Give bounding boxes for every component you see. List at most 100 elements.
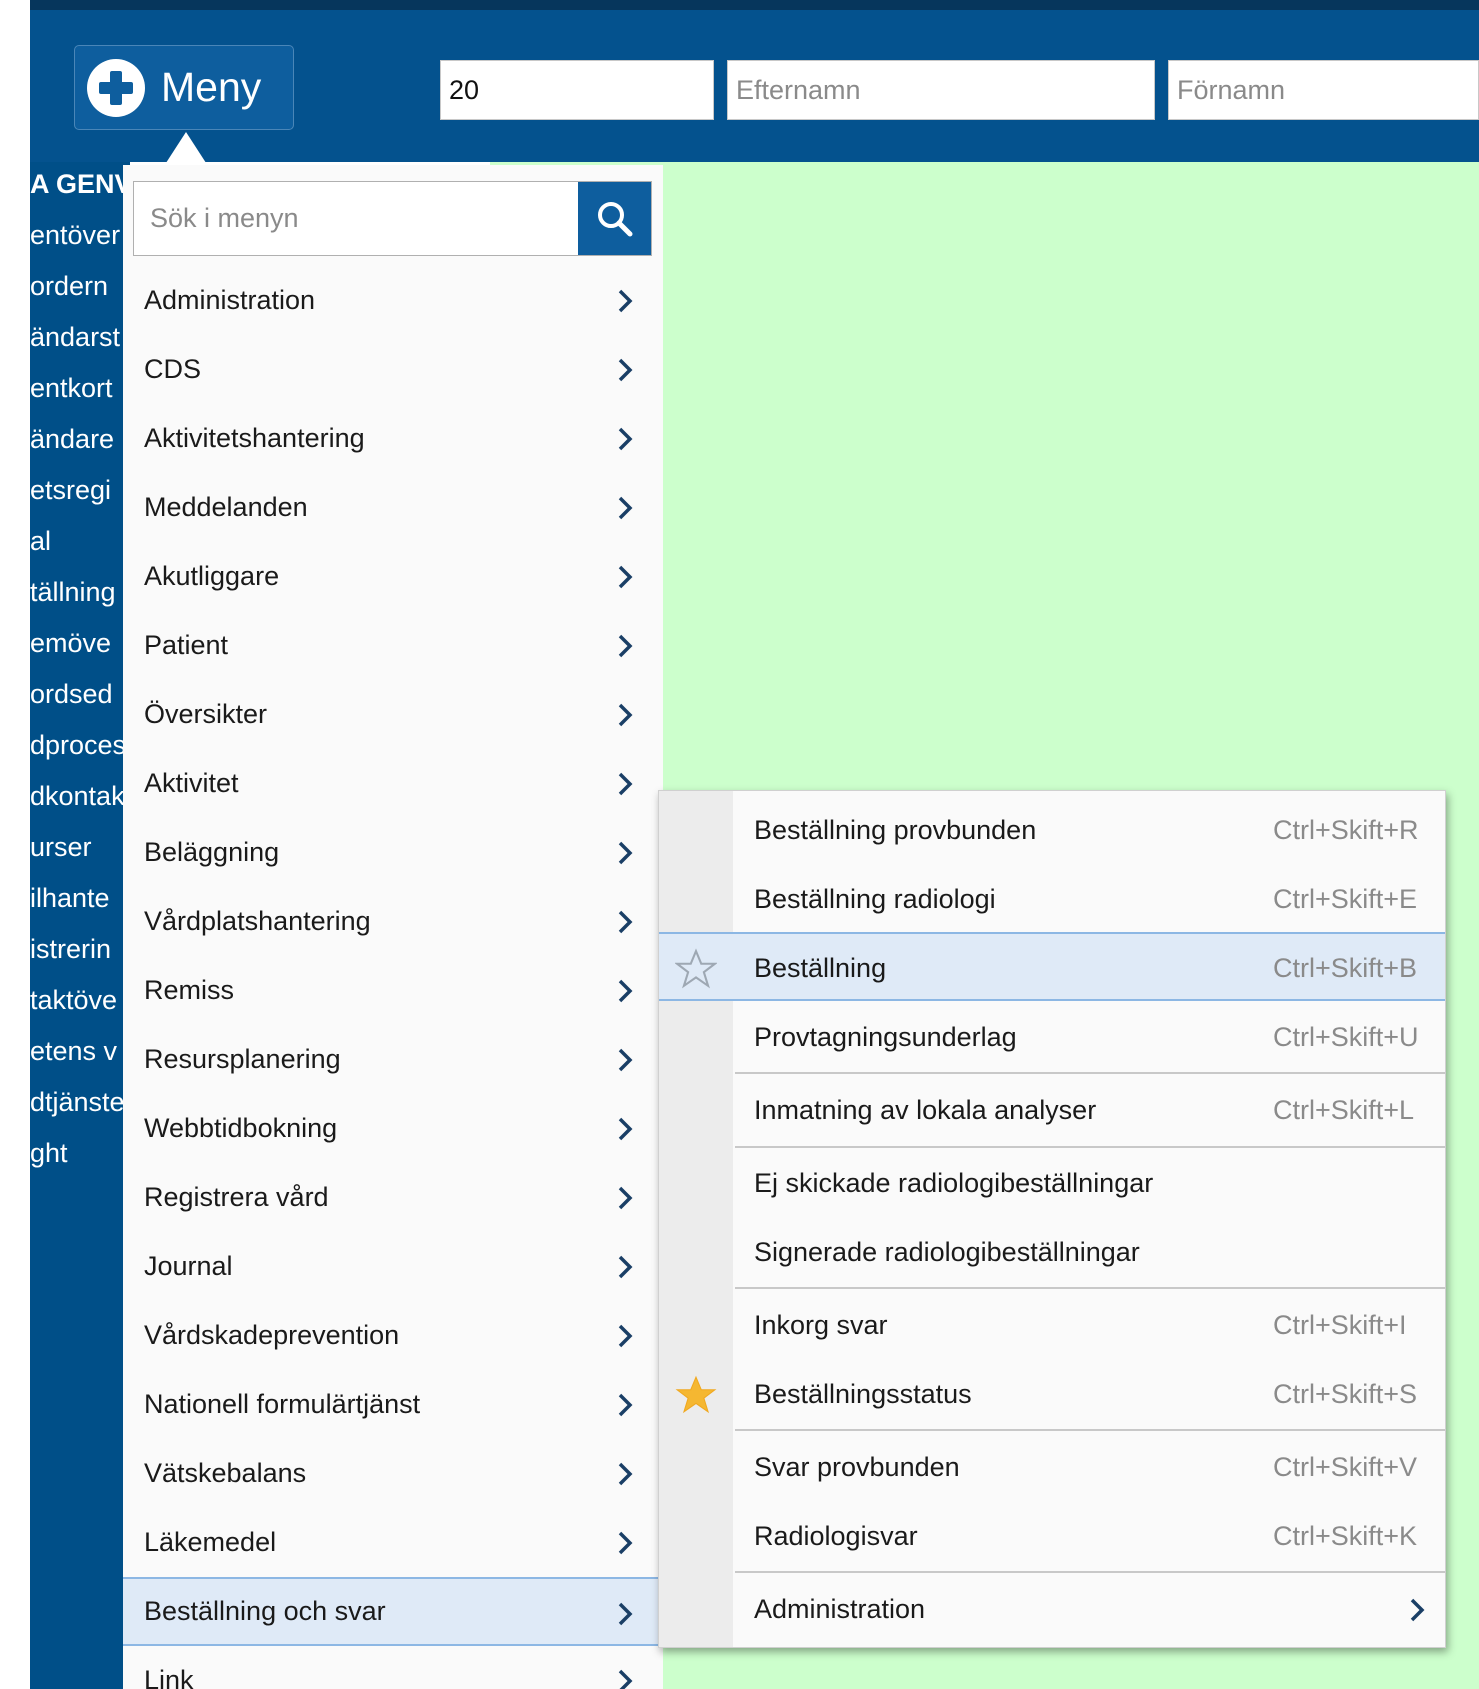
menu-item-label: Patient [144,630,229,660]
submenu-item-shortcut: Ctrl+Skift+R [1273,815,1419,845]
fornamn-input[interactable] [1168,60,1479,120]
menu-item-oversikter[interactable]: Översikter [123,680,663,749]
submenu-separator [735,1571,1445,1573]
left-nav-item[interactable]: entöver [30,215,120,255]
menu-item-journal[interactable]: Journal [123,1232,663,1301]
menu-search-input[interactable] [134,182,578,255]
menu-item-meddelanden[interactable]: Meddelanden [123,473,663,542]
menu-item-label: Registrera vård [144,1182,329,1212]
menu-item-label: Vätskebalans [144,1458,307,1488]
submenu-item-label: Ej skickade radiologibeställningar [754,1168,1154,1198]
chevron-right-icon [618,427,633,451]
left-nav-item[interactable]: ändare [30,419,114,459]
left-nav-item[interactable]: dtjänste [30,1082,125,1122]
menu-item-vardskadeprevention[interactable]: Vårdskadeprevention [123,1301,663,1370]
chevron-right-icon [618,496,633,520]
left-nav-item[interactable]: emöve [30,623,111,663]
submenu-item-administration[interactable]: Administration [659,1575,1445,1644]
submenu-item-label: Beställning provbunden [754,815,1037,845]
menu-item-label: CDS [144,354,202,384]
chevron-right-icon [618,358,633,382]
submenu-item-shortcut: Ctrl+Skift+L [1273,1095,1415,1125]
chevron-right-icon [618,772,633,796]
star-filled-icon[interactable] [675,1374,717,1416]
submenu-item-shortcut: Ctrl+Skift+I [1273,1310,1407,1340]
submenu-item-inkorg-svar[interactable]: Inkorg svar Ctrl+Skift+I [659,1291,1445,1360]
menu-item-bestallning-och-svar[interactable]: Beställning och svar [123,1577,663,1646]
submenu-item-bestallningsstatus[interactable]: Beställningsstatus Ctrl+Skift+S [659,1360,1445,1429]
menu-pointer-arrow [164,132,208,166]
menu-button[interactable]: Meny [74,45,294,130]
menu-item-vatskebalans[interactable]: Vätskebalans [123,1439,663,1508]
chevron-right-icon [618,1048,633,1072]
left-nav-item[interactable]: al [30,521,51,561]
left-nav-item[interactable]: ilhante [30,878,110,918]
submenu-item-bestallning[interactable]: Beställning Ctrl+Skift+B [659,932,1445,1001]
submenu-item-label: Signerade radiologibeställningar [754,1237,1140,1267]
left-nav-item[interactable]: urser [30,827,92,867]
menu-item-aktivitetshantering[interactable]: Aktivitetshantering [123,404,663,473]
left-nav-item[interactable]: etens v [30,1031,117,1071]
menu-item-patient[interactable]: Patient [123,611,663,680]
submenu-item-shortcut: Ctrl+Skift+K [1273,1521,1418,1551]
menu-item-label: Resursplanering [144,1044,341,1074]
menu-item-label: Remiss [144,975,235,1005]
menu-item-lakemedel[interactable]: Läkemedel [123,1508,663,1577]
menu-item-webbtidbokning[interactable]: Webbtidbokning [123,1094,663,1163]
menu-item-aktivitet[interactable]: Aktivitet [123,749,663,818]
chevron-right-icon [618,1602,633,1626]
menu-item-belaggning[interactable]: Beläggning [123,818,663,887]
chevron-right-icon [618,1117,633,1141]
menu-item-label: Läkemedel [144,1527,277,1557]
submenu-item-shortcut: Ctrl+Skift+S [1273,1379,1418,1409]
submenu-item-label: Radiologisvar [754,1521,918,1551]
left-nav-item[interactable]: ght [30,1133,68,1173]
submenu-item-label: Beställning radiologi [754,884,996,914]
left-nav-item[interactable]: etsregi [30,470,111,510]
left-nav-item[interactable]: dkontak [30,776,125,816]
menu-item-remiss[interactable]: Remiss [123,956,663,1025]
submenu-item-svar-provbunden[interactable]: Svar provbunden Ctrl+Skift+V [659,1433,1445,1502]
submenu-item-radiologisvar[interactable]: Radiologisvar Ctrl+Skift+K [659,1502,1445,1571]
left-nav-item[interactable]: entkort [30,368,113,408]
submenu-item-inmatning-lokala-analyser[interactable]: Inmatning av lokala analyser Ctrl+Skift+… [659,1076,1445,1145]
submenu-item-provtagningsunderlag[interactable]: Provtagningsunderlag Ctrl+Skift+U [659,1003,1445,1072]
left-nav-item[interactable]: tällning [30,572,116,612]
menu-button-label: Meny [161,64,262,110]
menu-item-link[interactable]: Link [123,1646,663,1689]
left-nav-item[interactable]: ordern [30,266,108,306]
submenu-item-shortcut: Ctrl+Skift+V [1273,1452,1418,1482]
chevron-right-icon [618,565,633,589]
left-nav-item[interactable]: ändarst [30,317,120,357]
left-nav-item[interactable]: istrerin [30,929,111,969]
submenu-item-bestallning-provbunden[interactable]: Beställning provbunden Ctrl+Skift+R [659,796,1445,865]
chevron-right-icon [618,1531,633,1555]
submenu-item-ej-skickade-radiologibestallningar[interactable]: Ej skickade radiologibeställningar [659,1149,1445,1218]
left-nav-item[interactable]: dproces [30,725,126,765]
chevron-right-icon [618,841,633,865]
header-top-strip [30,0,1479,10]
star-outline-icon[interactable] [675,948,717,990]
submenu-item-bestallning-radiologi[interactable]: Beställning radiologi Ctrl+Skift+E [659,865,1445,934]
menu-item-registrera-vard[interactable]: Registrera vård [123,1163,663,1232]
chevron-right-icon [618,634,633,658]
menu-item-akutliggare[interactable]: Akutliggare [123,542,663,611]
left-nav-item[interactable]: taktöve [30,980,117,1020]
menu-item-cds[interactable]: CDS [123,335,663,404]
submenu-separator [735,1146,1445,1148]
menu-item-label: Link [144,1665,194,1689]
submenu-item-label: Inkorg svar [754,1310,888,1340]
menu-search-box [133,181,652,256]
submenu-item-signerade-radiologibestallningar[interactable]: Signerade radiologibeställningar [659,1218,1445,1287]
left-nav-item[interactable]: ordsed [30,674,113,714]
submenu-bestallning-och-svar: Beställning provbunden Ctrl+Skift+R Best… [658,790,1446,1648]
menu-item-administration[interactable]: Administration [123,266,663,335]
menu-item-vardplatshantering[interactable]: Vårdplatshantering [123,887,663,956]
menu-search-button[interactable] [578,182,651,255]
menu-item-resursplanering[interactable]: Resursplanering [123,1025,663,1094]
personnummer-input[interactable] [440,60,714,120]
efternamn-input[interactable] [727,60,1155,120]
menu-item-nationell-formulartjanst[interactable]: Nationell formulärtjänst [123,1370,663,1439]
menu-item-label: Nationell formulärtjänst [144,1389,421,1419]
menu-item-label: Administration [144,285,316,315]
